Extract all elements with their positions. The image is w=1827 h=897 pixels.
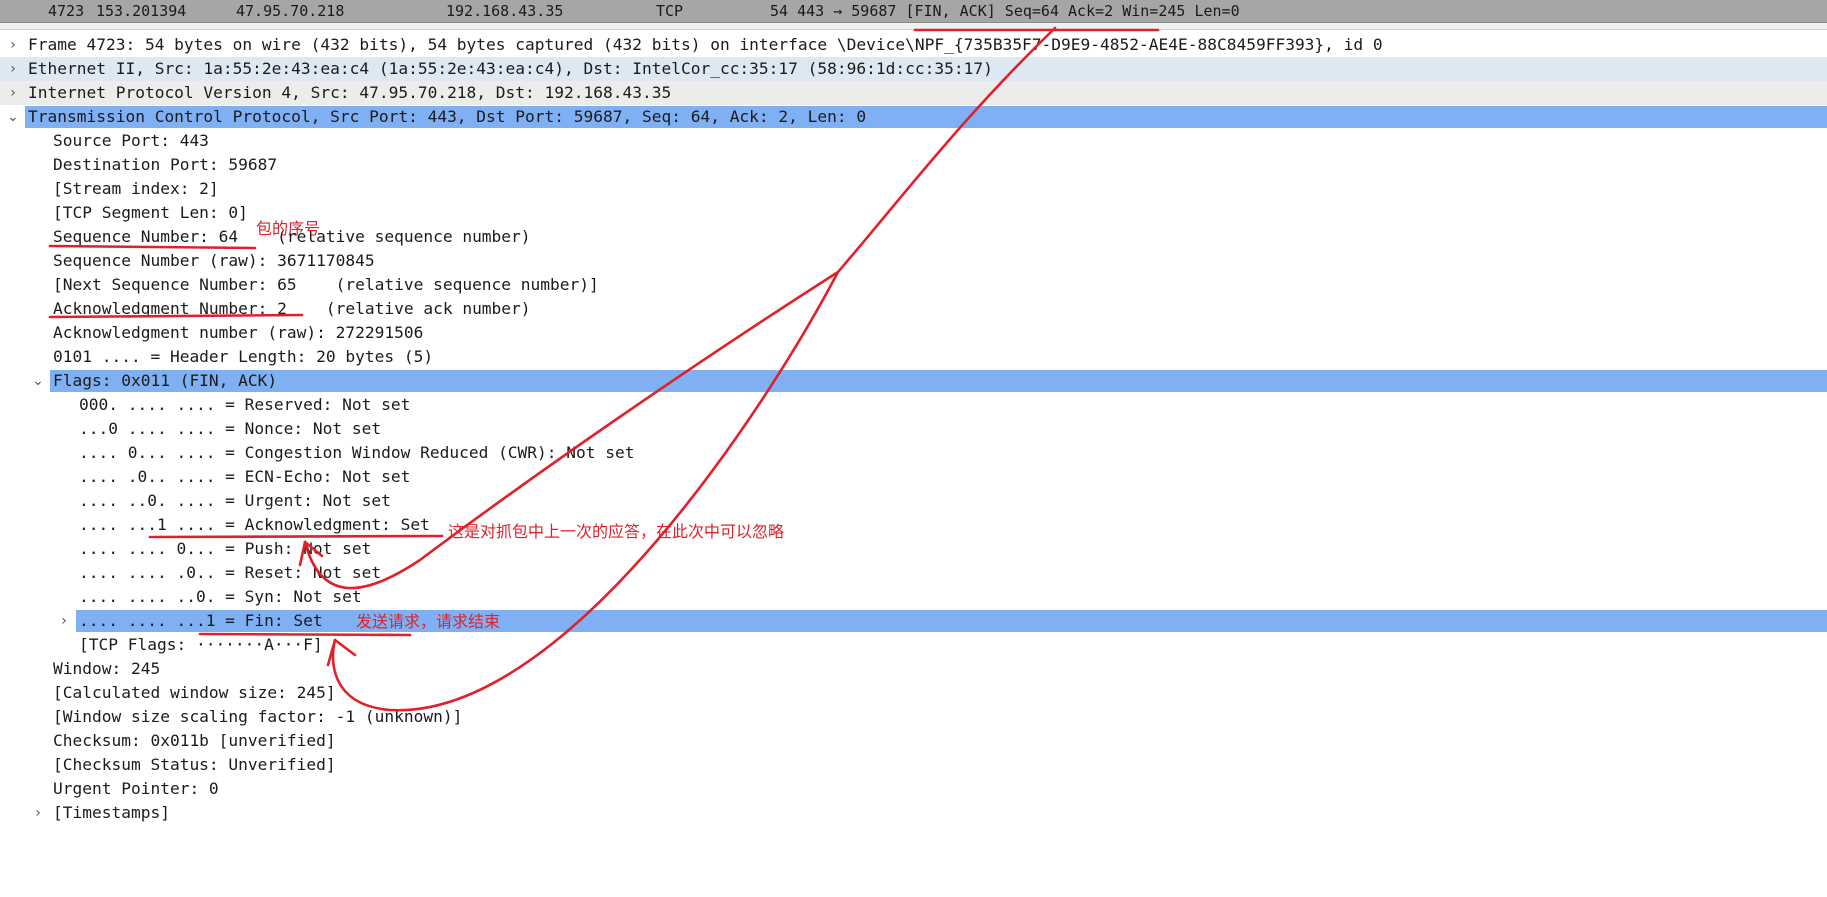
tree-row-next-sequence[interactable]: [Next Sequence Number: 65 (relative sequ… [0,273,1827,297]
tree-row-label: Ethernet II, Src: 1a:55:2e:43:ea:c4 (1a:… [28,59,993,78]
tree-row-tcp-flags[interactable]: [TCP Flags: ·······A···F] [0,633,1827,657]
pane-divider[interactable] [0,23,1827,30]
tree-row-label: .... .... ..0. = Syn: Not set [79,587,362,606]
packet-info: 54 443 → 59687 [FIN, ACK] Seq=64 Ack=2 W… [770,2,1240,20]
packet-time: 153.201394 [96,2,187,20]
expand-arrow-icon[interactable]: › [6,33,20,57]
tree-row-label: Frame 4723: 54 bytes on wire (432 bits),… [28,35,1383,54]
tree-row-flag-reserved[interactable]: 000. .... .... = Reserved: Not set [0,393,1827,417]
tree-row-checksum[interactable]: Checksum: 0x011b [unverified] [0,729,1827,753]
tree-row-ethernet[interactable]: › Ethernet II, Src: 1a:55:2e:43:ea:c4 (1… [0,57,1827,81]
tree-row-source-port[interactable]: Source Port: 443 [0,129,1827,153]
tree-row-label: Destination Port: 59687 [53,155,278,174]
tree-row-flag-syn[interactable]: .... .... ..0. = Syn: Not set [0,585,1827,609]
tree-row-flags[interactable]: ⌄ Flags: 0x011 (FIN, ACK) [0,369,1827,393]
tree-row-label: Urgent Pointer: 0 [53,779,219,798]
tree-row-label: Window: 245 [53,659,161,678]
tree-row-flag-fin[interactable]: › .... .... ...1 = Fin: Set [0,609,1827,633]
tree-row-label: Acknowledgment number (raw): 272291506 [53,323,424,342]
tree-row-flag-cwr[interactable]: .... 0... .... = Congestion Window Reduc… [0,441,1827,465]
packet-source: 47.95.70.218 [236,2,345,20]
tree-row-timestamps[interactable]: › [Timestamps] [0,801,1827,825]
annotation-sequence-note: 包的序号 [256,219,321,238]
tree-row-header-length[interactable]: 0101 .... = Header Length: 20 bytes (5) [0,345,1827,369]
tree-row-flag-ack[interactable]: .... ...1 .... = Acknowledgment: Set [0,513,1827,537]
tree-row-label: Flags: 0x011 (FIN, ACK) [53,371,278,390]
tree-row-label: [Timestamps] [53,803,170,822]
tree-row-label: ...0 .... .... = Nonce: Not set [79,419,382,438]
tree-row-label: .... .... .0.. = Reset: Not set [79,563,382,582]
tree-row-flag-ecn[interactable]: .... .0.. .... = ECN-Echo: Not set [0,465,1827,489]
tree-row-calculated-window[interactable]: [Calculated window size: 245] [0,681,1827,705]
tree-row-label: Checksum: 0x011b [unverified] [53,731,336,750]
packet-destination: 192.168.43.35 [446,2,564,20]
annotation-fin-note: 发送请求，请求结束 [356,612,501,631]
row-selection [50,370,1827,392]
tree-row-tcp[interactable]: ⌄ Transmission Control Protocol, Src Por… [0,105,1827,129]
tree-row-label: Internet Protocol Version 4, Src: 47.95.… [28,83,672,102]
tree-row-label: .... .... 0... = Push: Not set [79,539,372,558]
expand-arrow-icon[interactable]: › [6,81,20,105]
tree-row-label: 0101 .... = Header Length: 20 bytes (5) [53,347,434,366]
collapse-arrow-icon[interactable]: ⌄ [31,369,45,393]
tree-row-label: [TCP Flags: ·······A···F] [79,635,323,654]
packet-protocol: TCP [656,2,684,20]
tree-row-label: 000. .... .... = Reserved: Not set [79,395,411,414]
tree-row-label: .... 0... .... = Congestion Window Reduc… [79,443,635,462]
tree-row-label: [Stream index: 2] [53,179,219,198]
tree-row-label: [Next Sequence Number: 65 (relative sequ… [53,275,599,294]
tree-row-destination-port[interactable]: Destination Port: 59687 [0,153,1827,177]
tree-row-frame[interactable]: › Frame 4723: 54 bytes on wire (432 bits… [0,33,1827,57]
tree-row-label: Transmission Control Protocol, Src Port:… [28,107,867,126]
tree-row-label: [Calculated window size: 245] [53,683,336,702]
expand-arrow-icon[interactable]: › [31,801,45,825]
expand-arrow-icon[interactable]: › [57,609,71,633]
tree-row-sequence-raw[interactable]: Sequence Number (raw): 3671170845 [0,249,1827,273]
packet-list-row[interactable]: 4723 153.201394 47.95.70.218 192.168.43.… [0,0,1827,23]
collapse-arrow-icon[interactable]: ⌄ [6,105,20,129]
tree-row-label: [Checksum Status: Unverified] [53,755,336,774]
tree-row-checksum-status[interactable]: [Checksum Status: Unverified] [0,753,1827,777]
tree-row-label: Acknowledgment Number: 2 (relative ack n… [53,299,531,318]
annotation-ack-note: 这是对抓包中上一次的应答，在此次中可以忽略 [448,522,785,541]
tree-row-label: [TCP Segment Len: 0] [53,203,248,222]
tree-row-urgent-pointer[interactable]: Urgent Pointer: 0 [0,777,1827,801]
tree-row-label: [Window size scaling factor: -1 (unknown… [53,707,463,726]
tree-row-ipv4[interactable]: › Internet Protocol Version 4, Src: 47.9… [0,81,1827,105]
tree-row-label: .... ...1 .... = Acknowledgment: Set [79,515,430,534]
packet-details-tree: › Frame 4723: 54 bytes on wire (432 bits… [0,33,1827,825]
tree-row-stream-index[interactable]: [Stream index: 2] [0,177,1827,201]
tree-row-ack-raw[interactable]: Acknowledgment number (raw): 272291506 [0,321,1827,345]
packet-no: 4723 [48,2,85,20]
tree-row-window-scaling[interactable]: [Window size scaling factor: -1 (unknown… [0,705,1827,729]
tree-row-flag-reset[interactable]: .... .... .0.. = Reset: Not set [0,561,1827,585]
tree-row-label: Source Port: 443 [53,131,209,150]
tree-row-window[interactable]: Window: 245 [0,657,1827,681]
expand-arrow-icon[interactable]: › [6,57,20,81]
tree-row-ack-number[interactable]: Acknowledgment Number: 2 (relative ack n… [0,297,1827,321]
tree-row-flag-nonce[interactable]: ...0 .... .... = Nonce: Not set [0,417,1827,441]
tree-row-label: .... .0.. .... = ECN-Echo: Not set [79,467,411,486]
tree-row-label: Sequence Number (raw): 3671170845 [53,251,375,270]
row-selection [76,610,1827,632]
tree-row-label: .... ..0. .... = Urgent: Not set [79,491,391,510]
tree-row-flag-urgent[interactable]: .... ..0. .... = Urgent: Not set [0,489,1827,513]
tree-row-label: .... .... ...1 = Fin: Set [79,611,323,630]
tree-row-flag-push[interactable]: .... .... 0... = Push: Not set [0,537,1827,561]
